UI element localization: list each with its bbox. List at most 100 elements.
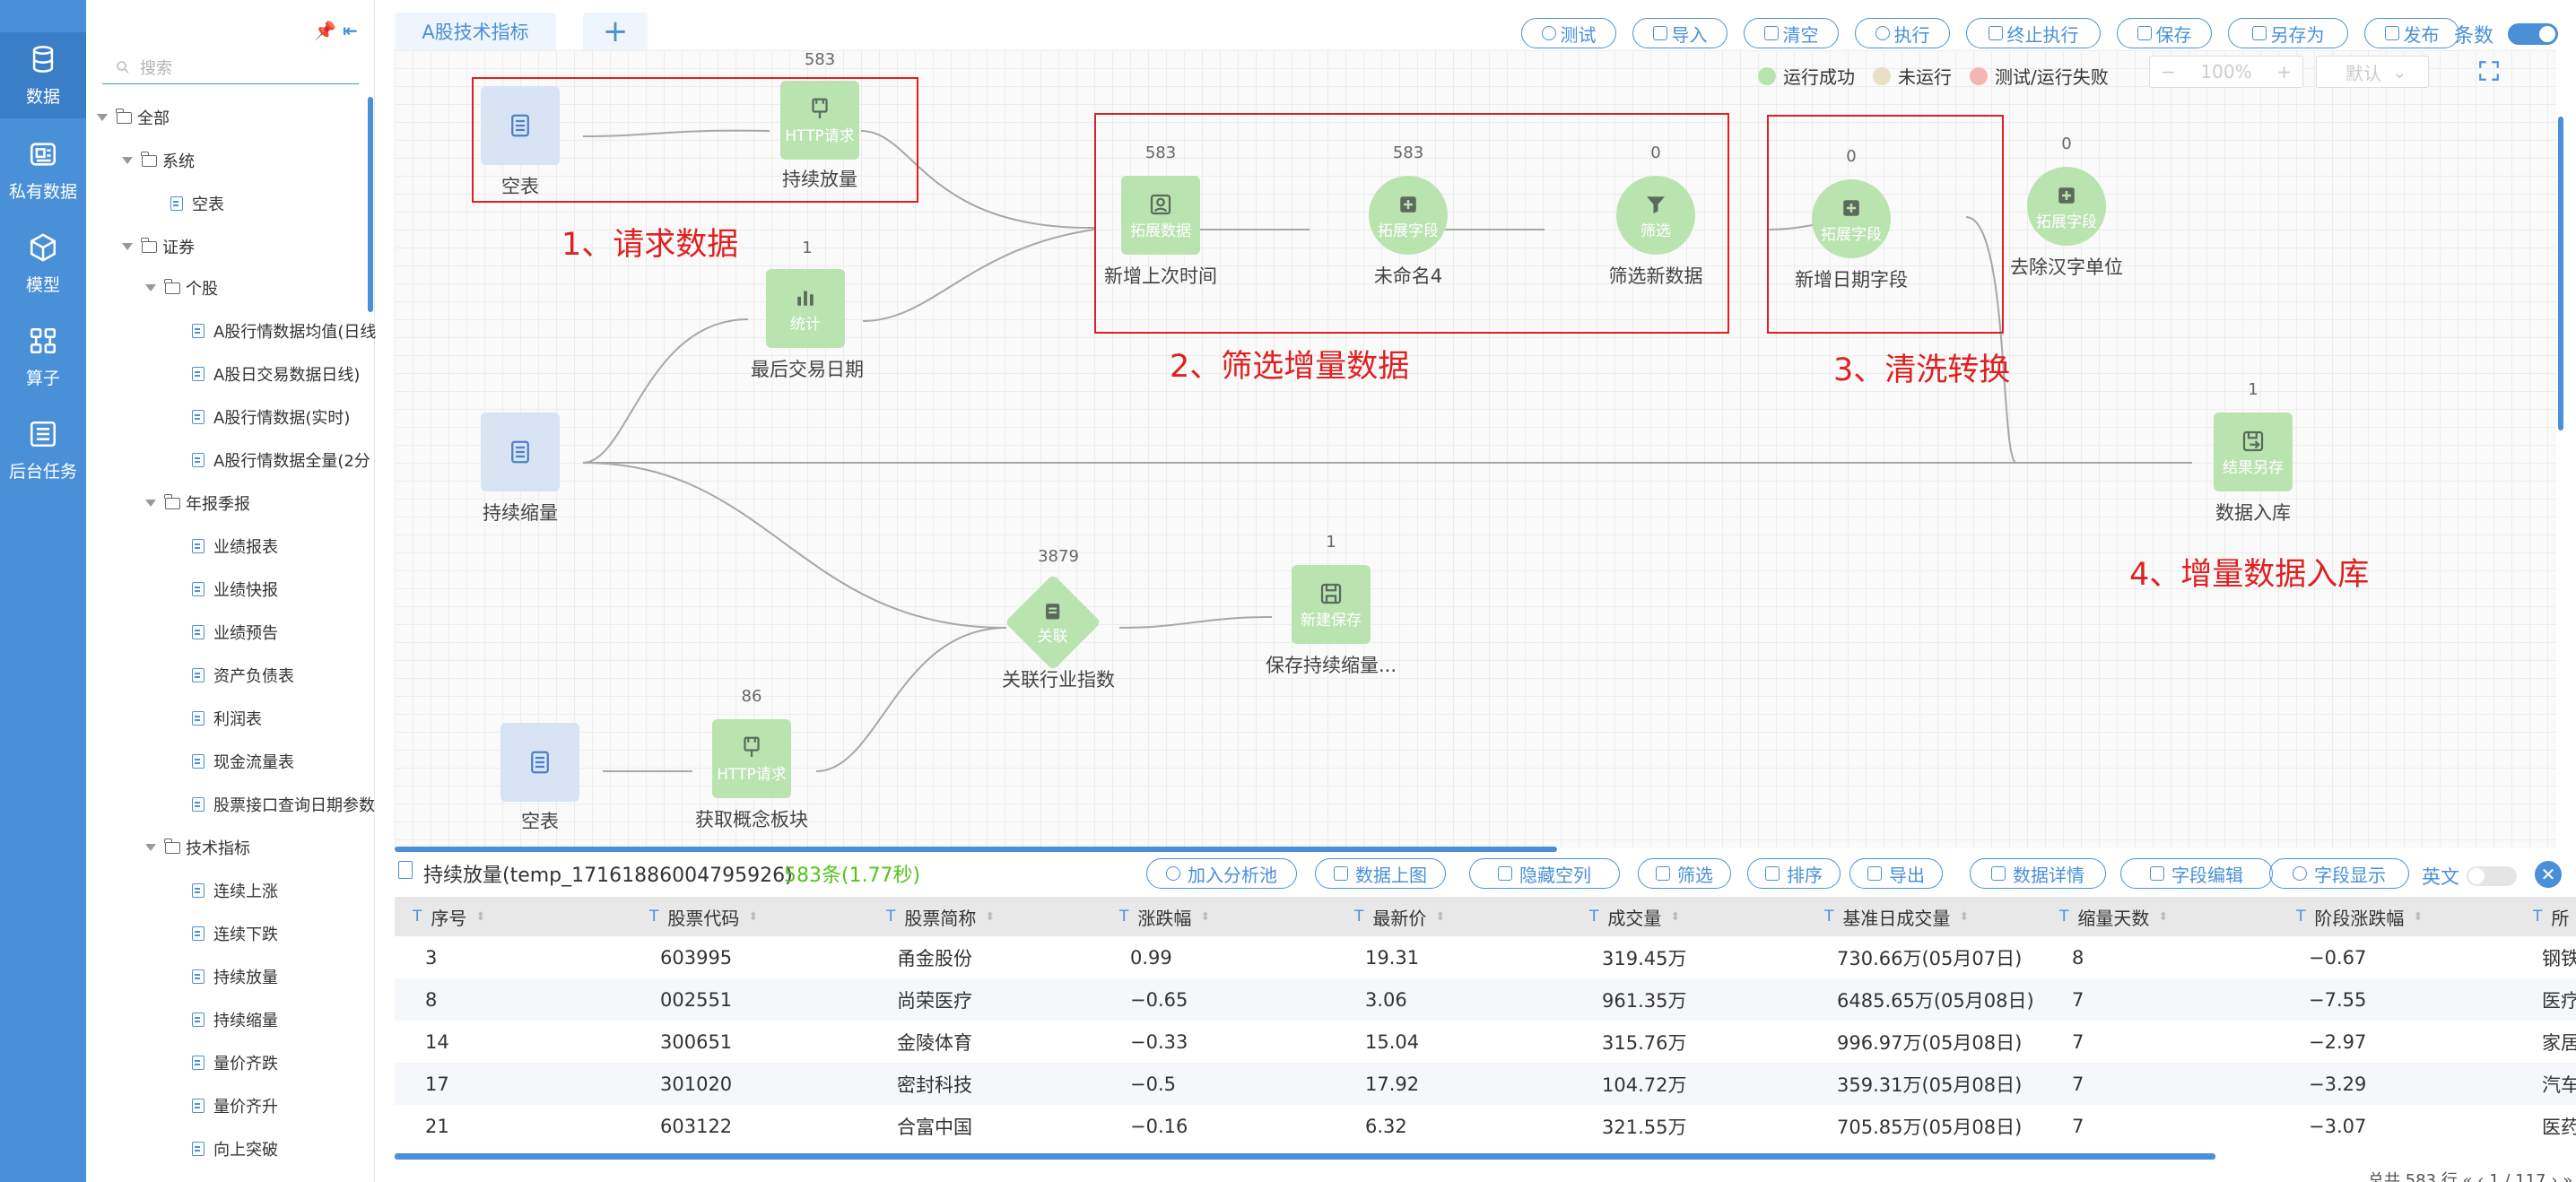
tree-node[interactable]: 连续上涨 bbox=[192, 877, 278, 904]
column-header[interactable]: T 最新价 ⬍ bbox=[1354, 897, 1445, 936]
tree-node[interactable]: 量价齐跌 bbox=[192, 1049, 278, 1076]
tree-node[interactable]: 股票接口查询日期参数 bbox=[192, 791, 375, 818]
table-row[interactable]: 21 603122 合富中国 −0.16 6.32 321.55万 705.85万(05月0… bbox=[395, 1105, 2576, 1147]
node-stats-last-trade-date[interactable]: 统计 bbox=[766, 269, 845, 348]
column-header[interactable]: T所 bbox=[2533, 897, 2569, 936]
tree-node[interactable]: 资产负债表 bbox=[192, 662, 294, 689]
flow-canvas[interactable]: 运行成功 未运行 测试/运行失败 − 100% + 默认 ⌄ 1、请求数据 2、筛选增… bbox=[395, 50, 2556, 848]
pin-icon[interactable]: 📌 bbox=[314, 20, 336, 41]
table-row[interactable]: 8 002551 尚荣医疗 −0.65 3.06 961.35万 6485.65万(05月0… bbox=[395, 978, 2576, 1021]
tree-node[interactable]: 业绩快报 bbox=[192, 576, 278, 603]
column-header[interactable]: T 股票代码 ⬍ bbox=[649, 897, 758, 936]
tree-node[interactable]: A股日交易数据日线) bbox=[192, 361, 360, 387]
rail-item-data[interactable]: 数据 bbox=[0, 32, 86, 118]
filter-button[interactable]: 筛选 bbox=[1638, 858, 1731, 889]
tree-node[interactable]: 持续放量 bbox=[192, 963, 278, 990]
sort-button[interactable]: 排序 bbox=[1747, 858, 1841, 889]
tree-node[interactable]: 现金流量表 bbox=[192, 748, 294, 775]
publish-button[interactable]: 发布 bbox=[2364, 18, 2459, 48]
zoom-control[interactable]: − 100% + bbox=[2149, 56, 2303, 88]
tree-node[interactable]: A股行情数据全量(2分 bbox=[192, 447, 370, 474]
table-row[interactable]: 17 301020 密封科技 −0.5 17.92 104.72万 359.31万(05月0… bbox=[395, 1063, 2576, 1105]
tree-node[interactable]: 业绩预告 bbox=[192, 619, 278, 646]
table-row[interactable]: 14 300651 金陵体育 −0.33 15.04 315.76万 996.97万(05月… bbox=[395, 1021, 2576, 1063]
tree-node[interactable]: 业绩报表 bbox=[192, 533, 278, 560]
sort-icon[interactable]: ⬍ bbox=[1200, 910, 1210, 924]
tree-node[interactable]: 年报季报 bbox=[145, 490, 250, 517]
node-volume-down[interactable] bbox=[481, 413, 560, 491]
plot-data-button[interactable]: 数据上图 bbox=[1315, 858, 1446, 889]
table-row[interactable]: 3 603995 甬金股份 0.99 19.31 319.45万 730.66万(05月07… bbox=[395, 936, 2576, 978]
sort-icon[interactable]: ⬍ bbox=[1435, 910, 1445, 924]
save-as-button[interactable]: 另存为 bbox=[2228, 18, 2348, 48]
tree-search-input[interactable]: 搜索 bbox=[102, 50, 359, 84]
collapse-panel-icon[interactable]: ⇤ bbox=[343, 20, 358, 41]
layout-preset-select[interactable]: 默认 ⌄ bbox=[2316, 56, 2429, 88]
table-horizontal-scrollbar[interactable] bbox=[395, 1153, 2215, 1160]
node-extend-data[interactable]: 拓展数据 bbox=[1121, 176, 1200, 255]
sort-icon[interactable]: ⬍ bbox=[475, 910, 485, 924]
rows-toggle[interactable] bbox=[2508, 23, 2558, 45]
node-extend-field-unnamed4[interactable]: 拓展字段 bbox=[1369, 176, 1448, 255]
column-header[interactable]: T 成交量 ⬍ bbox=[1589, 897, 1680, 936]
column-header[interactable]: T 基准日成交量 ⬍ bbox=[1824, 897, 1969, 936]
sort-icon[interactable]: ⬍ bbox=[1670, 910, 1680, 924]
add-tab-button[interactable]: + bbox=[583, 13, 648, 50]
import-button[interactable]: 导入 bbox=[1632, 18, 1727, 48]
tree-scrollbar[interactable] bbox=[368, 97, 373, 312]
zoom-out-button[interactable]: − bbox=[2161, 61, 2176, 83]
tab-a-share-indicators[interactable]: A股技术指标 bbox=[395, 13, 556, 50]
tree-node[interactable]: 个股 bbox=[145, 274, 218, 301]
tree-node[interactable]: 空表 bbox=[170, 190, 224, 217]
column-header[interactable]: T 序号 ⬍ bbox=[413, 897, 485, 936]
test-button[interactable]: 测试 bbox=[1521, 18, 1616, 48]
execute-button[interactable]: 执行 bbox=[1855, 18, 1950, 48]
canvas-vertical-scrollbar[interactable] bbox=[2558, 117, 2563, 430]
node-new-save-volume-down[interactable]: 新建保存 bbox=[1292, 565, 1371, 644]
tree-node[interactable]: 证券 bbox=[122, 233, 195, 260]
tree-node[interactable]: 向上突破 bbox=[192, 1135, 278, 1162]
data-detail-button[interactable]: 数据详情 bbox=[1970, 858, 2106, 889]
hide-empty-columns-button[interactable]: 隐藏空列 bbox=[1469, 858, 1620, 889]
tree-node[interactable]: 持续缩量 bbox=[192, 1006, 278, 1033]
tree-node[interactable]: 利润表 bbox=[192, 705, 262, 732]
rail-item-tasks[interactable]: 后台任务 bbox=[0, 407, 86, 493]
rail-item-model[interactable]: 模型 bbox=[0, 221, 86, 307]
sort-icon[interactable]: ⬍ bbox=[2413, 910, 2423, 924]
stop-execution-button[interactable]: 终止执行 bbox=[1966, 18, 2101, 48]
tree-node[interactable]: 量价齐升 bbox=[192, 1092, 278, 1119]
column-header[interactable]: T 涨跌幅 ⬍ bbox=[1119, 897, 1210, 936]
node-remove-chinese-units[interactable]: 拓展字段 bbox=[2027, 167, 2106, 246]
node-empty-table-1[interactable] bbox=[481, 86, 560, 165]
rail-item-private-data[interactable]: 私有数据 bbox=[0, 127, 86, 213]
node-empty-table-2[interactable] bbox=[500, 723, 579, 802]
fullscreen-icon[interactable] bbox=[2477, 59, 2501, 83]
field-display-button[interactable]: 字段显示 bbox=[2269, 858, 2409, 889]
english-toggle[interactable] bbox=[2467, 866, 2517, 886]
node-save-to-db[interactable]: 结果另存 bbox=[2214, 413, 2293, 491]
sort-icon[interactable]: ⬍ bbox=[2158, 910, 2168, 924]
node-http-concept-sector[interactable]: HTTP请求 bbox=[712, 719, 791, 798]
tree-node[interactable]: A股行情数据(实时) bbox=[192, 404, 350, 430]
zoom-in-button[interactable]: + bbox=[2276, 61, 2292, 83]
node-filter-new-data[interactable]: 筛选 bbox=[1616, 176, 1695, 255]
sort-icon[interactable]: ⬍ bbox=[985, 910, 995, 924]
add-to-pool-button[interactable]: 加入分析池 bbox=[1146, 858, 1297, 889]
tree-node[interactable]: 系统 bbox=[122, 147, 195, 174]
tree-node[interactable]: 全部 bbox=[97, 104, 170, 131]
tree-node[interactable]: 技术指标 bbox=[145, 834, 250, 861]
save-button[interactable]: 保存 bbox=[2117, 18, 2212, 48]
field-edit-button[interactable]: 字段编辑 bbox=[2120, 858, 2273, 889]
sort-icon[interactable]: ⬍ bbox=[1959, 910, 1969, 924]
close-results-button[interactable]: ✕ bbox=[2535, 861, 2562, 888]
tree-node[interactable]: 连续下跌 bbox=[192, 920, 278, 947]
node-add-date-field[interactable]: 拓展字段 bbox=[1812, 179, 1891, 258]
column-header[interactable]: T 阶段涨跌幅 ⬍ bbox=[2296, 897, 2423, 936]
clear-button[interactable]: 清空 bbox=[1744, 18, 1839, 48]
sort-icon[interactable]: ⬍ bbox=[748, 910, 758, 924]
export-button[interactable]: 导出 bbox=[1849, 858, 1943, 889]
rail-item-operator[interactable]: 算子 bbox=[0, 314, 86, 400]
node-http-request-volume-up[interactable]: HTTP请求 bbox=[780, 81, 859, 160]
tree-node[interactable]: A股行情数据均值(日线 bbox=[192, 317, 376, 344]
column-header[interactable]: T 缩量天数 ⬍ bbox=[2059, 897, 2168, 936]
